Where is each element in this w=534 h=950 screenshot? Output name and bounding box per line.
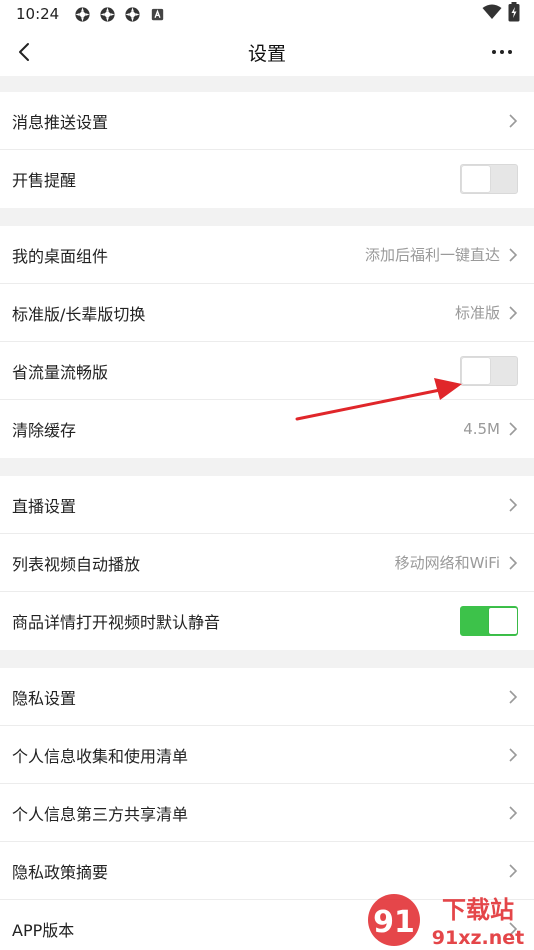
row-sale-reminder: 开售提醒 — [0, 150, 534, 208]
back-icon[interactable] — [12, 40, 36, 64]
row-value: 标准版 — [454, 304, 500, 322]
row-live-settings[interactable]: 直播设置 — [0, 476, 534, 534]
row-label: 商品详情打开视频时默认静音 — [12, 613, 221, 632]
svg-text:91: 91 — [373, 905, 415, 940]
row-value: 添加后福利一键直达 — [364, 246, 500, 264]
mute-default-toggle[interactable] — [460, 606, 518, 636]
a-icon — [148, 5, 166, 23]
row-label: 隐私设置 — [12, 688, 77, 708]
row-mute-default: 商品详情打开视频时默认静音 — [0, 592, 534, 650]
toggle-knob — [462, 166, 490, 192]
toggle-knob — [489, 608, 517, 634]
row-value: 移动网络和WiFi — [394, 554, 500, 572]
row-version-switch[interactable]: 标准版/长辈版切换 标准版 — [0, 284, 534, 342]
row-third-party-sharing[interactable]: 个人信息第三方共享清单 — [0, 784, 534, 842]
svg-text:下载站: 下载站 — [442, 896, 514, 924]
battery-icon — [508, 2, 520, 26]
settings-group-general: 我的桌面组件 添加后福利一键直达 标准版/长辈版切换 标准版 省流量流畅版 清除… — [0, 226, 534, 458]
nav-bar: 设置 — [0, 28, 534, 76]
chevron-right-icon — [508, 747, 518, 763]
chevron-right-icon — [508, 421, 518, 437]
row-message-push[interactable]: 消息推送设置 — [0, 92, 534, 150]
chevron-right-icon — [508, 247, 518, 263]
row-info-collection[interactable]: 个人信息收集和使用清单 — [0, 726, 534, 784]
watermark-logo: 91 下载站 91xz.net — [360, 888, 534, 950]
more-icon[interactable] — [488, 40, 516, 64]
toggle-knob — [462, 357, 490, 384]
settings-group-notifications: 消息推送设置 开售提醒 — [0, 92, 534, 208]
row-value: 4.5M — [463, 420, 500, 438]
row-label: 开售提醒 — [12, 171, 77, 190]
settings-group-video: 直播设置 列表视频自动播放 移动网络和WiFi 商品详情打开视频时默认静音 — [0, 476, 534, 650]
chevron-right-icon — [508, 555, 518, 571]
row-label: 直播设置 — [12, 496, 77, 516]
status-time: 10:24 — [16, 5, 60, 23]
row-label: 我的桌面组件 — [12, 246, 109, 266]
status-bar: 10:24 — [0, 0, 534, 28]
row-privacy-settings[interactable]: 隐私设置 — [0, 668, 534, 726]
wifi-icon — [482, 4, 502, 24]
row-desktop-widget[interactable]: 我的桌面组件 添加后福利一键直达 — [0, 226, 534, 284]
row-label: 隐私政策摘要 — [12, 862, 109, 882]
svg-text:91xz.net: 91xz.net — [432, 927, 524, 949]
row-label: 标准版/长辈版切换 — [12, 304, 146, 324]
data-saver-toggle[interactable] — [460, 355, 518, 386]
status-right — [482, 2, 520, 26]
row-label: 清除缓存 — [12, 421, 77, 440]
row-clear-cache[interactable]: 清除缓存 4.5M — [0, 400, 534, 458]
row-label: 消息推送设置 — [12, 112, 109, 132]
chevron-right-icon — [508, 305, 518, 321]
chevron-right-icon — [508, 863, 518, 879]
chevron-right-icon — [508, 113, 518, 129]
row-data-saver: 省流量流畅版 — [0, 342, 534, 400]
row-label: 省流量流畅版 — [12, 362, 109, 382]
chevron-right-icon — [508, 497, 518, 513]
page-title: 设置 — [247, 42, 286, 65]
sale-reminder-toggle[interactable] — [460, 164, 518, 194]
gear-icon — [73, 5, 91, 23]
row-autoplay[interactable]: 列表视频自动播放 移动网络和WiFi — [0, 534, 534, 592]
row-label: 个人信息收集和使用清单 — [12, 746, 189, 766]
chevron-right-icon — [508, 805, 518, 821]
row-label: APP版本 — [12, 921, 75, 940]
row-label: 列表视频自动播放 — [12, 554, 141, 574]
row-label: 个人信息第三方共享清单 — [12, 804, 189, 824]
chevron-right-icon — [508, 689, 518, 705]
gear-icon — [123, 5, 141, 23]
gear-icon — [98, 5, 116, 23]
